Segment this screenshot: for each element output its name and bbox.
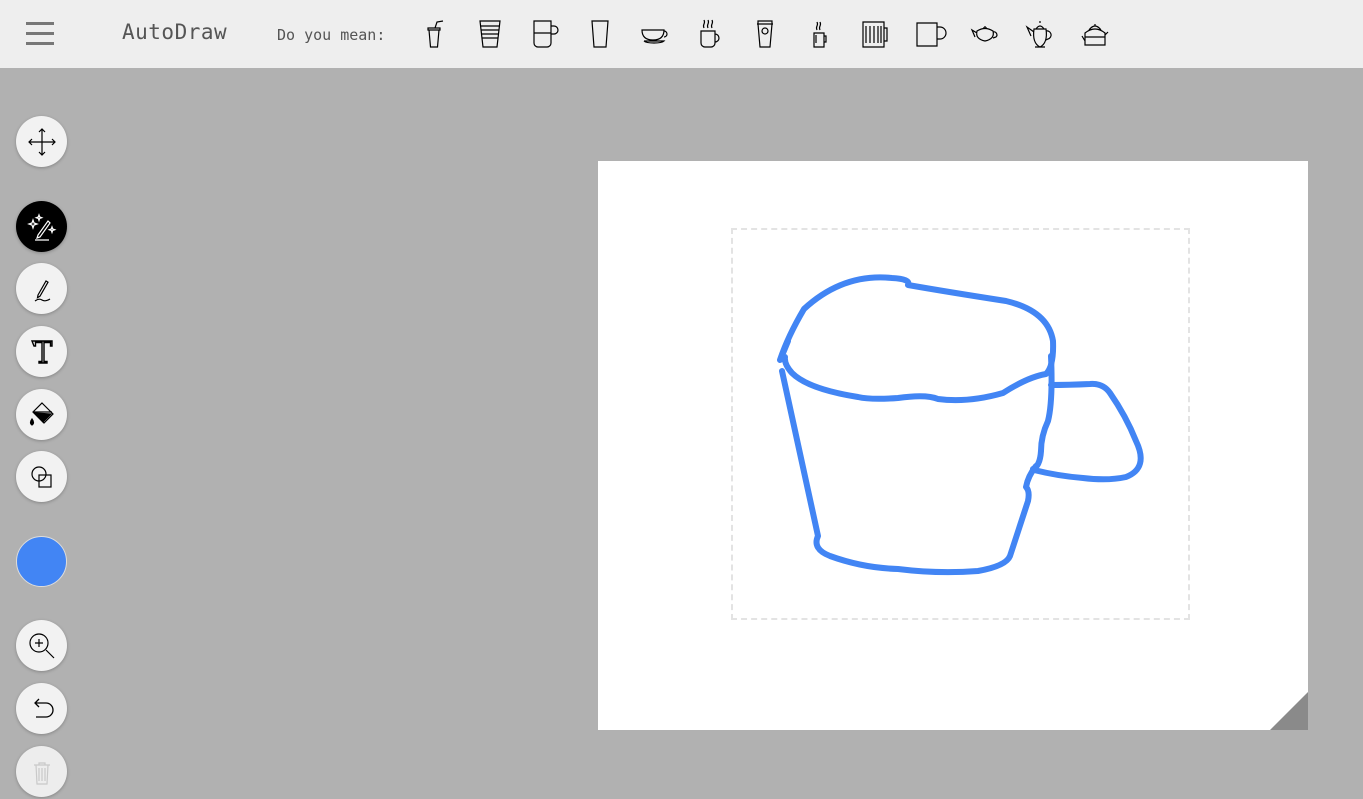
teacup-saucer-icon[interactable] — [635, 14, 675, 54]
shape-tool[interactable] — [16, 451, 67, 502]
color-picker[interactable] — [16, 536, 67, 587]
paint-bucket-icon — [29, 401, 54, 426]
tall-glass-icon[interactable] — [580, 14, 620, 54]
drink-cup-with-straw-icon[interactable] — [414, 14, 454, 54]
user-sketch-cup — [777, 274, 1144, 576]
delete-button[interactable] — [16, 746, 67, 797]
teapot-icon[interactable] — [965, 14, 1005, 54]
top-bar: AutoDraw Do you mean: — [0, 0, 1363, 68]
draw-tool[interactable] — [16, 263, 67, 314]
shapes-icon — [30, 465, 52, 488]
page-curl-corner — [1270, 692, 1308, 730]
move-tool[interactable] — [16, 116, 67, 167]
fill-tool[interactable] — [16, 389, 67, 440]
undo-icon — [33, 698, 54, 718]
move-arrows-icon — [27, 127, 56, 156]
drawing-canvas[interactable] — [598, 161, 1308, 730]
ornate-teapot-icon[interactable] — [1020, 14, 1060, 54]
paper-cup-icon[interactable] — [470, 14, 510, 54]
suggestion-prompt: Do you mean: — [277, 26, 386, 44]
hot-mug-icon[interactable] — [690, 14, 730, 54]
trash-icon — [33, 761, 50, 785]
beer-mug-icon[interactable] — [855, 14, 895, 54]
hamburger-menu-icon[interactable] — [26, 22, 54, 46]
zoom-tool[interactable] — [16, 620, 67, 671]
type-tool[interactable] — [16, 326, 67, 377]
app-title: AutoDraw — [122, 20, 228, 44]
kettle-icon[interactable] — [1075, 14, 1115, 54]
magic-pencil-icon — [26, 212, 57, 241]
autodraw-tool[interactable] — [16, 201, 67, 252]
undo-button[interactable] — [16, 683, 67, 734]
steaming-travel-cup-icon[interactable] — [800, 14, 840, 54]
plain-mug-icon[interactable] — [910, 14, 950, 54]
pencil-icon — [34, 279, 50, 301]
text-t-icon — [30, 339, 53, 364]
zoom-in-icon — [28, 632, 54, 658]
measuring-mug-icon[interactable] — [525, 14, 565, 54]
coffee-to-go-cup-icon[interactable] — [745, 14, 785, 54]
